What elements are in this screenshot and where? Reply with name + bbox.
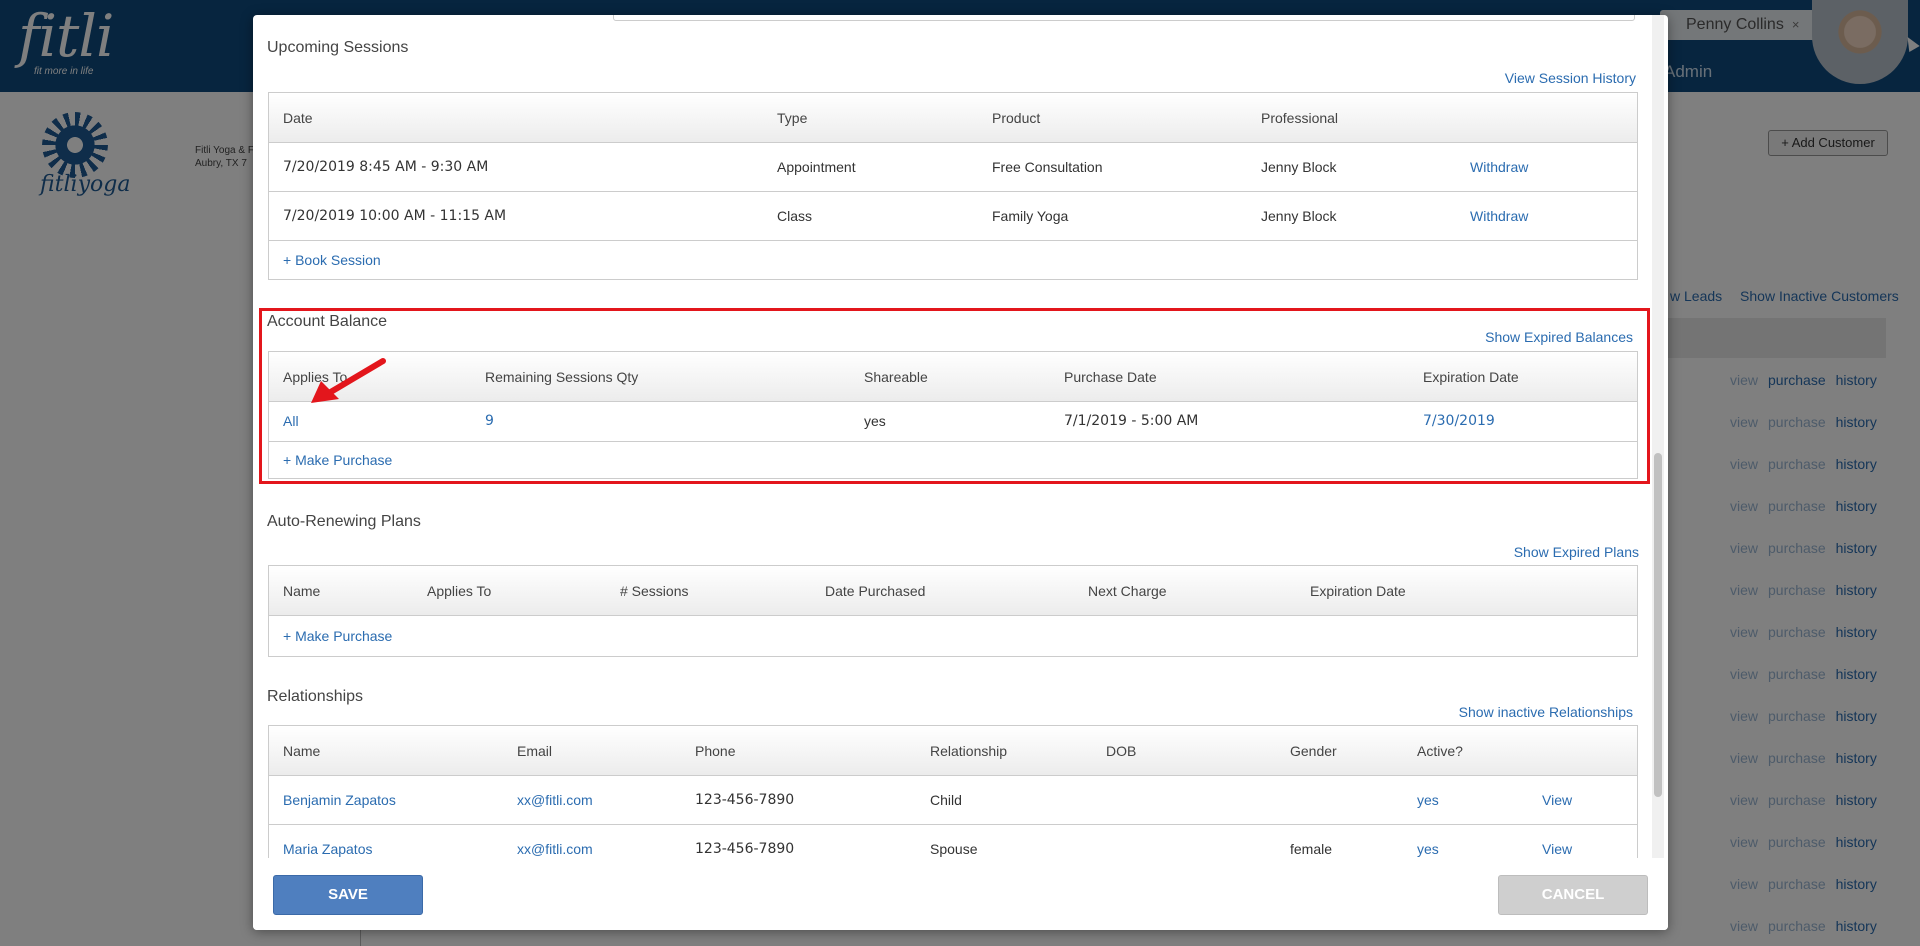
auto-renewing-plans-table: Name Applies To # Sessions Date Purchase… xyxy=(268,565,1638,657)
column-header: Date xyxy=(283,110,313,126)
withdraw-link[interactable]: Withdraw xyxy=(1470,192,1528,240)
table-row: Maria Zapatos xx@fitli.com 123-456-7890 … xyxy=(269,825,1637,858)
column-header: Expiration Date xyxy=(1310,583,1406,599)
session-date: 7/20/2019 10:00 AM - 11:15 AM xyxy=(283,208,507,224)
session-product: Free Consultation xyxy=(992,159,1103,175)
relationships-title: Relationships xyxy=(267,688,364,705)
cancel-button[interactable]: CANCEL xyxy=(1498,875,1648,915)
view-session-history-link[interactable]: View Session History xyxy=(1353,70,1636,86)
save-button[interactable]: SAVE xyxy=(273,875,423,915)
show-expired-plans-link[interactable]: Show Expired Plans xyxy=(1353,544,1639,560)
upcoming-sessions-title: Upcoming Sessions xyxy=(267,39,409,56)
relationship-active-link[interactable]: yes xyxy=(1417,776,1439,824)
column-header: Professional xyxy=(1261,110,1339,126)
session-product: Family Yoga xyxy=(992,208,1069,224)
modal-footer: SAVE CANCEL xyxy=(253,858,1668,930)
upcoming-sessions-table: Date Type Product Professional 7/20/2019… xyxy=(268,92,1638,280)
table-footer: + Book Session xyxy=(269,241,1637,279)
table-footer: + Make Purchase xyxy=(269,616,1637,656)
session-date: 7/20/2019 8:45 AM - 9:30 AM xyxy=(283,159,489,175)
table-row: 7/20/2019 10:00 AM - 11:15 AM Class Fami… xyxy=(269,192,1637,241)
relationship-phone: 123-456-7890 xyxy=(695,792,795,808)
relationship-email-link[interactable]: xx@fitli.com xyxy=(517,776,593,824)
table-header: Date Type Product Professional xyxy=(269,93,1637,143)
column-header: Name xyxy=(283,583,321,599)
customer-detail-modal: Upcoming Sessions View Session History D… xyxy=(253,15,1668,930)
table-header: Name Email Phone Relationship DOB Gender… xyxy=(269,726,1637,776)
relationship-email-link[interactable]: xx@fitli.com xyxy=(517,825,593,858)
column-header: Name xyxy=(283,743,321,759)
modal-scroll-area[interactable]: Upcoming Sessions View Session History D… xyxy=(253,15,1668,858)
column-header: Active? xyxy=(1417,743,1463,759)
relationship-gender: female xyxy=(1290,841,1333,857)
column-header: # Sessions xyxy=(620,583,689,599)
show-inactive-relationships-link[interactable]: Show inactive Relationships xyxy=(1353,704,1633,720)
column-header: Relationship xyxy=(930,743,1008,759)
column-header: DOB xyxy=(1106,743,1137,759)
relationship-type: Spouse xyxy=(930,841,978,857)
column-header: Gender xyxy=(1290,743,1337,759)
session-professional: Jenny Block xyxy=(1261,208,1337,224)
relationship-type: Child xyxy=(930,792,962,808)
auto-renewing-plans-title: Auto-Renewing Plans xyxy=(267,513,421,530)
session-type: Appointment xyxy=(777,159,856,175)
session-type: Class xyxy=(777,208,813,224)
column-header: Next Charge xyxy=(1088,583,1167,599)
column-header: Applies To xyxy=(427,583,492,599)
relationship-phone: 123-456-7890 xyxy=(695,841,795,857)
table-row: Benjamin Zapatos xx@fitli.com 123-456-78… xyxy=(269,776,1637,825)
book-session-link[interactable]: + Book Session xyxy=(283,241,381,279)
modal-scrollbar-thumb[interactable] xyxy=(1654,453,1662,797)
annotation-arrow-icon xyxy=(311,358,386,403)
table-row: 7/20/2019 8:45 AM - 9:30 AM Appointment … xyxy=(269,143,1637,192)
relationship-name-link[interactable]: Benjamin Zapatos xyxy=(283,776,396,824)
column-header: Email xyxy=(517,743,553,759)
relationship-view-link[interactable]: View xyxy=(1542,776,1572,824)
column-header: Type xyxy=(777,110,808,126)
annotation-highlight-box xyxy=(259,308,1650,484)
relationship-view-link[interactable]: View xyxy=(1542,825,1572,858)
relationships-table: Name Email Phone Relationship DOB Gender… xyxy=(268,725,1638,858)
column-header: Phone xyxy=(695,743,736,759)
relationship-name-link[interactable]: Maria Zapatos xyxy=(283,825,372,858)
column-header: Date Purchased xyxy=(825,583,926,599)
relationship-active-link[interactable]: yes xyxy=(1417,825,1439,858)
session-professional: Jenny Block xyxy=(1261,159,1337,175)
make-purchase-link[interactable]: + Make Purchase xyxy=(283,616,392,656)
table-header: Name Applies To # Sessions Date Purchase… xyxy=(269,566,1637,616)
notes-textarea[interactable] xyxy=(613,15,1635,21)
withdraw-link[interactable]: Withdraw xyxy=(1470,143,1528,191)
column-header: Product xyxy=(992,110,1041,126)
